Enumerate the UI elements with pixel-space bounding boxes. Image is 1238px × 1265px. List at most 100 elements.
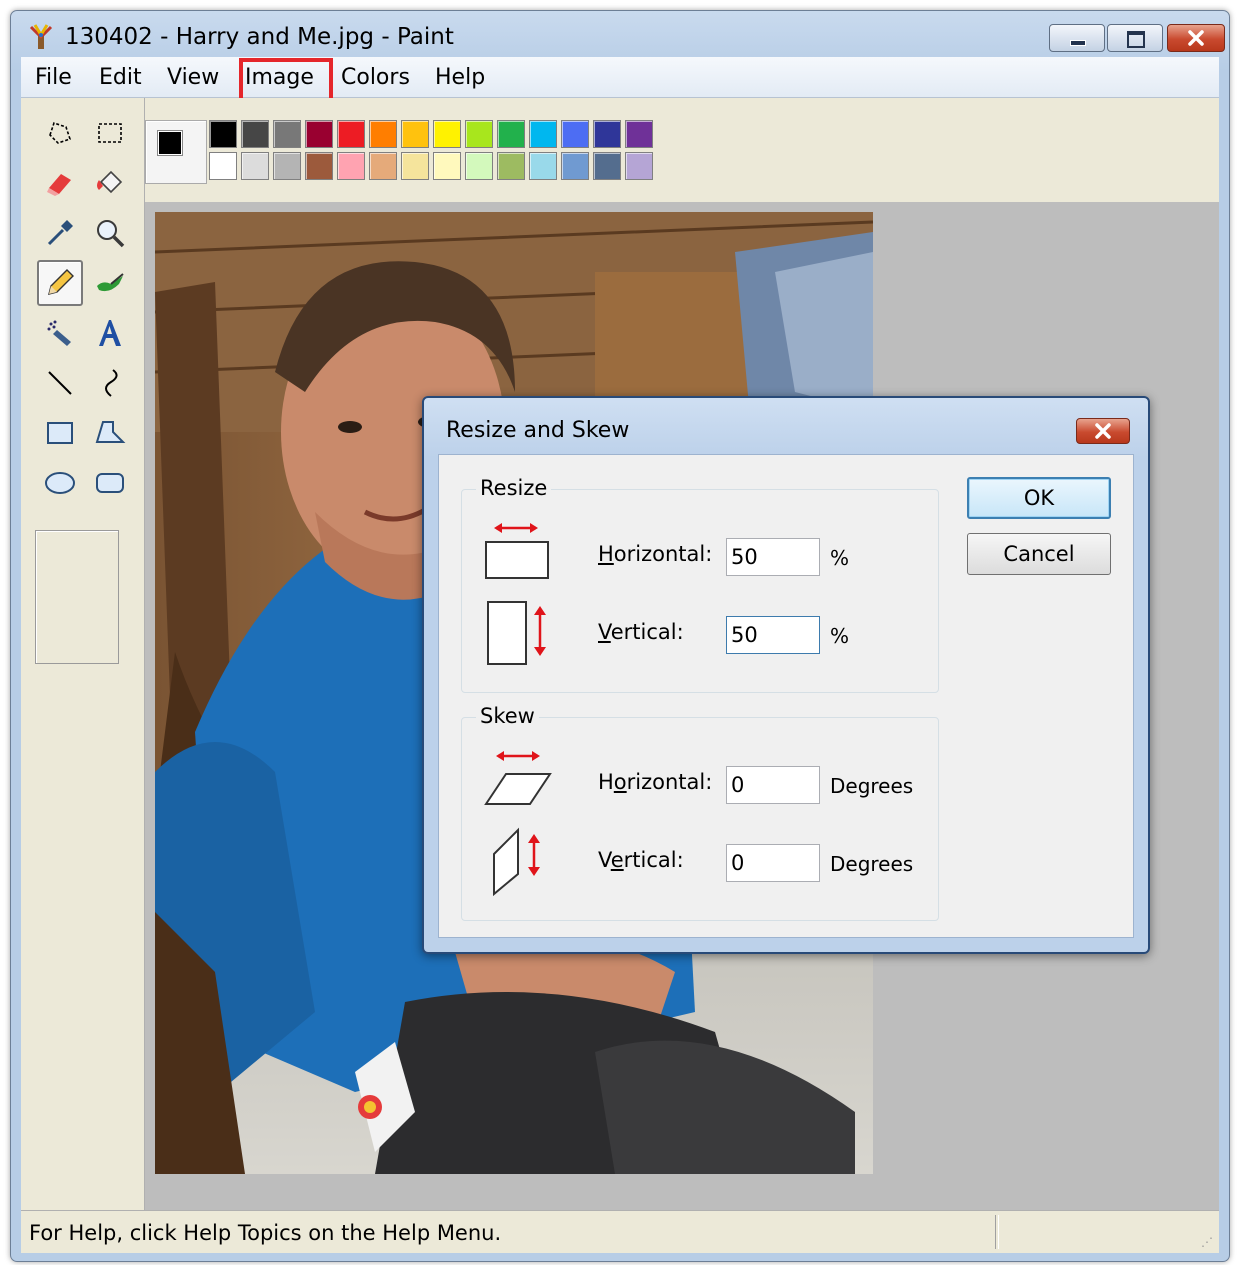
select-tool[interactable] bbox=[87, 110, 133, 156]
maximize-icon bbox=[1127, 31, 1145, 48]
horizontal-skew-icon bbox=[484, 751, 552, 805]
resize-grip-icon[interactable]: ⋰ bbox=[1201, 1235, 1213, 1249]
resize-horizontal-label-text: orizontal: bbox=[613, 542, 713, 566]
menu-help[interactable]: Help bbox=[435, 65, 485, 90]
palette-swatch[interactable] bbox=[337, 120, 365, 148]
current-colors[interactable] bbox=[145, 120, 207, 184]
eraser-icon bbox=[47, 174, 71, 196]
skew-horizontal-label-prefix: H bbox=[598, 770, 614, 794]
fill-bucket-tool[interactable] bbox=[87, 160, 133, 206]
palette-swatch[interactable] bbox=[369, 120, 397, 148]
minimize-icon bbox=[1070, 40, 1086, 46]
palette-swatch[interactable] bbox=[305, 152, 333, 180]
free-form-select-icon bbox=[49, 121, 72, 144]
palette-swatch[interactable] bbox=[497, 152, 525, 180]
palette-swatch[interactable] bbox=[497, 120, 525, 148]
cancel-button[interactable]: Cancel bbox=[967, 533, 1111, 575]
resize-vertical-label: Vertical: bbox=[598, 620, 684, 644]
vertical-skew-icon bbox=[493, 827, 540, 896]
color-picker-tool[interactable] bbox=[37, 210, 83, 256]
close-icon bbox=[1095, 423, 1111, 439]
select-icon bbox=[98, 123, 122, 143]
resize-horizontal-input[interactable] bbox=[726, 538, 820, 576]
skew-horizontal-label: Horizontal: bbox=[598, 770, 712, 794]
eraser-tool[interactable] bbox=[37, 160, 83, 206]
skew-horizontal-mnemonic: o bbox=[613, 770, 627, 794]
menu-file[interactable]: File bbox=[35, 65, 72, 90]
palette-swatch[interactable] bbox=[369, 152, 397, 180]
palette-swatch[interactable] bbox=[273, 152, 301, 180]
text-tool[interactable] bbox=[87, 310, 133, 356]
palette-swatch[interactable] bbox=[209, 120, 237, 148]
skew-horizontal-input[interactable] bbox=[726, 766, 820, 804]
dialog-close-button[interactable] bbox=[1076, 418, 1130, 444]
free-form-select-tool[interactable] bbox=[37, 110, 83, 156]
menu-edit[interactable]: Edit bbox=[99, 65, 142, 90]
palette-swatch[interactable] bbox=[529, 152, 557, 180]
ellipse-tool[interactable] bbox=[37, 460, 83, 506]
menu-colors[interactable]: Colors bbox=[341, 65, 410, 90]
rounded-rectangle-tool[interactable] bbox=[87, 460, 133, 506]
brush-icon bbox=[97, 273, 124, 292]
palette-swatch[interactable] bbox=[593, 152, 621, 180]
color-palette bbox=[145, 98, 1219, 204]
resize-vertical-input[interactable] bbox=[726, 616, 820, 654]
skew-group-label: Skew bbox=[476, 704, 539, 728]
skew-vertical-mnemonic: e bbox=[610, 848, 624, 872]
dialog-title: Resize and Skew bbox=[446, 418, 630, 443]
palette-swatch[interactable] bbox=[561, 120, 589, 148]
rectangle-tool[interactable] bbox=[37, 410, 83, 456]
resize-skew-dialog: Resize and Skew Resize Horizontal: % bbox=[422, 396, 1150, 954]
palette-swatch[interactable] bbox=[625, 152, 653, 180]
brush-tool[interactable] bbox=[87, 260, 133, 306]
palette-swatch[interactable] bbox=[465, 120, 493, 148]
magnifier-tool[interactable] bbox=[87, 210, 133, 256]
palette-swatch[interactable] bbox=[273, 120, 301, 148]
palette-swatch[interactable] bbox=[337, 152, 365, 180]
palette-swatch[interactable] bbox=[209, 152, 237, 180]
skew-vertical-label-prefix: V bbox=[598, 848, 611, 872]
title-bar[interactable]: 130402 - Harry and Me.jpg - Paint bbox=[11, 11, 1229, 57]
palette-swatch[interactable] bbox=[433, 152, 461, 180]
window-title: 130402 - Harry and Me.jpg - Paint bbox=[65, 24, 454, 50]
dialog-body: Resize Horizontal: % Vertical: % bbox=[438, 454, 1134, 938]
ok-button[interactable]: OK bbox=[967, 477, 1111, 519]
palette-swatch[interactable] bbox=[465, 152, 493, 180]
line-icon bbox=[48, 371, 72, 395]
palette-swatch[interactable] bbox=[593, 120, 621, 148]
fill-bucket-icon bbox=[97, 170, 123, 194]
foreground-color bbox=[157, 130, 183, 156]
palette-swatch[interactable] bbox=[561, 152, 589, 180]
airbrush-icon bbox=[47, 320, 71, 346]
minimize-button[interactable] bbox=[1049, 24, 1105, 52]
curve-tool[interactable] bbox=[87, 360, 133, 406]
skew-vertical-label: Vertical: bbox=[598, 848, 684, 872]
palette-swatch[interactable] bbox=[401, 152, 429, 180]
status-separator bbox=[995, 1215, 999, 1249]
palette-swatch[interactable] bbox=[305, 120, 333, 148]
skew-vertical-input[interactable] bbox=[726, 844, 820, 882]
menu-view[interactable]: View bbox=[167, 65, 219, 90]
palette-swatch[interactable] bbox=[625, 120, 653, 148]
horizontal-resize-icon bbox=[485, 523, 549, 579]
palette-swatch[interactable] bbox=[529, 120, 557, 148]
rectangle-icon bbox=[47, 422, 73, 444]
airbrush-tool[interactable] bbox=[37, 310, 83, 356]
pencil-icon bbox=[48, 269, 74, 295]
text-icon bbox=[99, 320, 121, 346]
close-button[interactable] bbox=[1167, 24, 1225, 52]
resize-group-label: Resize bbox=[476, 476, 552, 500]
palette-swatch[interactable] bbox=[433, 120, 461, 148]
palette-swatch[interactable] bbox=[241, 152, 269, 180]
skew-vertical-unit: Degrees bbox=[830, 852, 914, 876]
tool-options-panel[interactable] bbox=[35, 530, 119, 664]
palette-swatch[interactable] bbox=[241, 120, 269, 148]
palette-swatch[interactable] bbox=[401, 120, 429, 148]
resize-vertical-mnemonic: V bbox=[598, 620, 611, 644]
line-tool[interactable] bbox=[37, 360, 83, 406]
maximize-button[interactable] bbox=[1107, 24, 1163, 52]
curve-icon bbox=[105, 369, 118, 397]
pencil-tool[interactable] bbox=[37, 260, 83, 306]
polygon-tool[interactable] bbox=[87, 410, 133, 456]
resize-horizontal-mnemonic: H bbox=[598, 542, 614, 566]
